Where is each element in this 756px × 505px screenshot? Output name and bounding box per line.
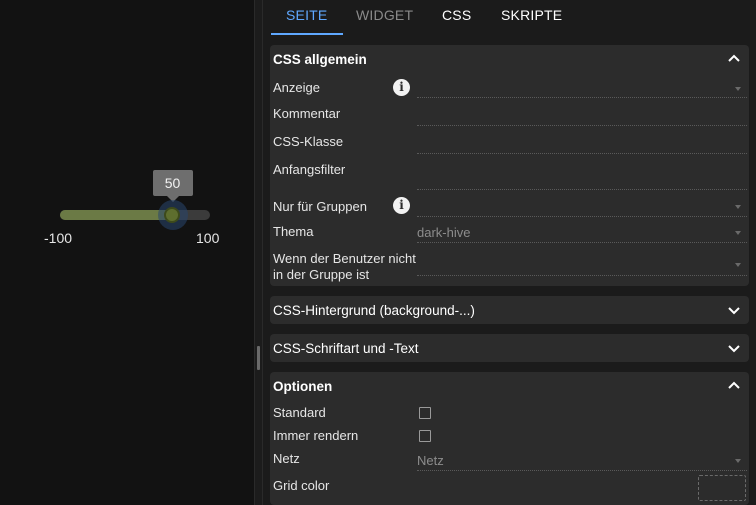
- kommentar-input[interactable]: [417, 125, 747, 126]
- editor-root: 50 -100 100 SEITE WIDGET CSS SKRIPTE CSS…: [0, 0, 756, 505]
- standard-checkbox[interactable]: [419, 407, 431, 419]
- group-header-css-allgemein[interactable]: CSS allgemein: [270, 45, 749, 73]
- anzeige-select[interactable]: [417, 97, 747, 98]
- field-label-immer-rendern: Immer rendern: [273, 428, 359, 443]
- grid-color-picker[interactable]: [698, 475, 746, 501]
- dropdown-arrow-icon[interactable]: [735, 459, 741, 463]
- css-klasse-input[interactable]: [417, 153, 747, 154]
- group-title: CSS-Schriftart und -Text: [273, 340, 419, 356]
- netz-select-value[interactable]: Netz: [417, 453, 444, 468]
- chevron-up-icon[interactable]: [727, 379, 741, 393]
- dropdown-arrow-icon[interactable]: [735, 231, 741, 235]
- tab-seite[interactable]: SEITE: [286, 7, 327, 23]
- active-tab-indicator: [271, 33, 343, 35]
- slider-min-label: -100: [44, 230, 73, 246]
- anfangsfilter-input[interactable]: [417, 189, 747, 190]
- group-title: CSS allgemein: [273, 51, 367, 67]
- group-header-optionen[interactable]: Optionen: [270, 372, 749, 400]
- panel-splitter[interactable]: [254, 0, 263, 505]
- group-css-hintergrund: CSS-Hintergrund (background-...): [270, 296, 749, 324]
- immer-rendern-checkbox[interactable]: [419, 430, 431, 442]
- info-icon[interactable]: i: [393, 79, 410, 96]
- info-icon[interactable]: i: [393, 197, 410, 214]
- thema-select[interactable]: [417, 242, 747, 243]
- chevron-up-icon[interactable]: [727, 52, 741, 66]
- netz-select[interactable]: [417, 470, 747, 471]
- field-label-anzeige: Anzeige: [273, 80, 320, 95]
- chevron-down-icon[interactable]: [727, 303, 741, 317]
- group-optionen: Optionen Standard Immer rendern Netz Net…: [270, 372, 749, 505]
- field-label-netz: Netz: [273, 451, 300, 466]
- splitter-grip-handle[interactable]: [257, 346, 260, 370]
- tab-css[interactable]: CSS: [442, 7, 471, 23]
- field-label-thema: Thema: [273, 224, 314, 239]
- field-label-wenn-benutzer-2: in der Gruppe ist: [273, 267, 370, 282]
- field-label-wenn-benutzer-1: Wenn der Benutzer nicht: [273, 251, 416, 266]
- group-header-css-schriftart[interactable]: CSS-Schriftart und -Text: [270, 334, 749, 362]
- tab-widget[interactable]: WIDGET: [356, 7, 413, 23]
- wenn-benutzer-select[interactable]: [417, 275, 747, 276]
- chevron-down-icon[interactable]: [727, 341, 741, 355]
- slider-thumb[interactable]: [163, 207, 180, 223]
- field-label-nur-fuer-gruppen: Nur für Gruppen: [273, 199, 367, 214]
- dropdown-arrow-icon[interactable]: [735, 263, 741, 267]
- group-css-allgemein: CSS allgemein Anzeige i Kommentar CSS-Kl…: [270, 45, 749, 286]
- thema-select-value[interactable]: dark-hive: [417, 225, 470, 240]
- tab-skripte[interactable]: SKRIPTE: [501, 7, 562, 23]
- field-label-css-klasse: CSS-Klasse: [273, 134, 344, 149]
- dropdown-arrow-icon[interactable]: [735, 87, 741, 91]
- field-label-standard: Standard: [273, 405, 326, 420]
- field-label-anfangsfilter: Anfangsfilter: [273, 162, 346, 177]
- slider-fill: [60, 210, 173, 220]
- group-css-schriftart: CSS-Schriftart und -Text: [270, 334, 749, 362]
- preview-canvas: 50 -100 100: [0, 0, 254, 505]
- slider-max-label: 100: [196, 230, 220, 246]
- group-title: Optionen: [273, 378, 333, 394]
- group-title: CSS-Hintergrund (background-...): [273, 302, 475, 318]
- slider-value-tooltip: 50: [152, 170, 193, 202]
- tab-bar: SEITE WIDGET CSS SKRIPTE: [263, 0, 756, 36]
- dropdown-arrow-icon[interactable]: [735, 205, 741, 209]
- field-label-kommentar: Kommentar: [273, 106, 341, 121]
- properties-panel: SEITE WIDGET CSS SKRIPTE CSS allgemein A…: [263, 0, 756, 505]
- nur-fuer-gruppen-select[interactable]: [417, 216, 747, 217]
- field-label-grid-color: Grid color: [273, 478, 330, 493]
- group-header-css-hintergrund[interactable]: CSS-Hintergrund (background-...): [270, 296, 749, 324]
- slider-track[interactable]: [60, 210, 210, 220]
